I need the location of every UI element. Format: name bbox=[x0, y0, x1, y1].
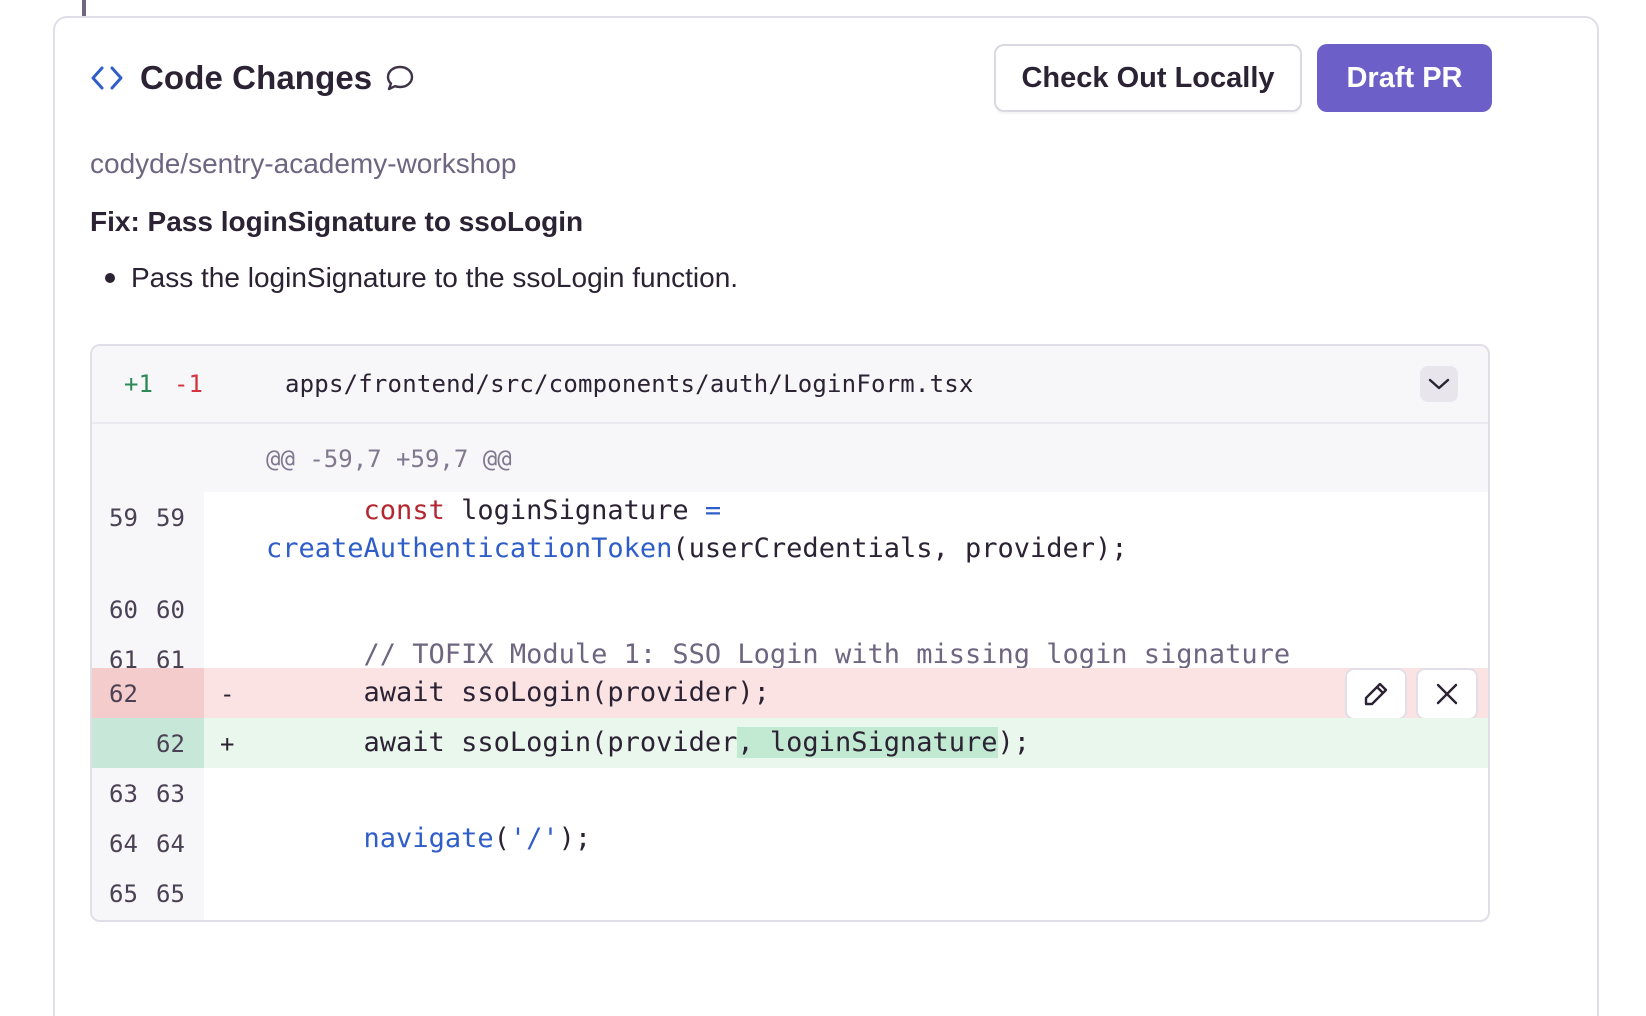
code-text: await ssoLogin(provider, loginSignature)… bbox=[266, 724, 1030, 762]
new-line-number: 60 bbox=[156, 596, 185, 624]
edit-suggestion-button[interactable] bbox=[1345, 668, 1407, 720]
close-icon bbox=[1436, 683, 1458, 705]
fix-title: Fix: Pass loginSignature to ssoLogin bbox=[90, 206, 584, 237]
old-line-number: 65 bbox=[109, 880, 138, 908]
old-line-number: 59 bbox=[109, 504, 138, 532]
hunk-header: @@ -59,7 +59,7 @@ bbox=[92, 424, 1488, 492]
pencil-icon bbox=[1364, 682, 1388, 706]
code-token: ); bbox=[558, 823, 592, 854]
new-line-number: 63 bbox=[156, 780, 185, 808]
new-line-number: 64 bbox=[156, 830, 185, 858]
code-token: createAuthenticationToken bbox=[266, 533, 673, 564]
new-line-number: 62 bbox=[156, 730, 185, 758]
panel-header: Code Changes Check Out Locally Draft PR bbox=[90, 44, 1562, 112]
added-count: +1 bbox=[124, 370, 153, 398]
code-token: = bbox=[704, 495, 722, 526]
draft-pr-button[interactable]: Draft PR bbox=[1317, 44, 1492, 112]
old-line-number: 60 bbox=[109, 596, 138, 624]
top-rule bbox=[82, 0, 86, 16]
new-line-number: 59 bbox=[156, 504, 185, 532]
check-out-locally-button[interactable]: Check Out Locally bbox=[994, 44, 1302, 112]
diff-line: 59 59 const loginSignature = createAuthe… bbox=[92, 492, 1488, 584]
comment-icon[interactable] bbox=[386, 64, 414, 92]
collapse-button[interactable] bbox=[1420, 366, 1458, 402]
code-text-wrapped: createAuthenticationToken(userCredential… bbox=[266, 530, 1128, 568]
code-token: ( bbox=[493, 823, 510, 854]
diff-viewer: +1 -1 apps/frontend/src/components/auth/… bbox=[90, 344, 1490, 922]
code-brackets-icon bbox=[90, 64, 124, 92]
list-item: Pass the loginSignature to the ssoLogin … bbox=[105, 262, 738, 294]
added-gutter bbox=[92, 718, 204, 768]
chevron-down-icon bbox=[1428, 378, 1450, 390]
file-path: apps/frontend/src/components/auth/LoginF… bbox=[285, 370, 974, 398]
diff-line: 64 64 navigate('/'); bbox=[92, 818, 1488, 868]
diff-line: 65 65 bbox=[92, 868, 1488, 918]
code-token: const bbox=[363, 495, 445, 526]
old-line-number: 64 bbox=[109, 830, 138, 858]
dismiss-suggestion-button[interactable] bbox=[1416, 668, 1478, 720]
diff-sign-minus: - bbox=[220, 680, 235, 708]
hunk-text: @@ -59,7 +59,7 @@ bbox=[266, 445, 512, 473]
diff-line: 60 60 bbox=[92, 584, 1488, 634]
bullet-dot bbox=[105, 273, 115, 283]
title-wrap: Code Changes bbox=[90, 44, 414, 112]
code-highlight: , loginSignature bbox=[737, 727, 998, 758]
diff-line-added: 62 + await ssoLogin(provider, loginSigna… bbox=[92, 718, 1488, 768]
code-token: (userCredentials, provider); bbox=[672, 533, 1128, 564]
diff-file-header[interactable]: +1 -1 apps/frontend/src/components/auth/… bbox=[92, 346, 1488, 424]
panel-title: Code Changes bbox=[140, 59, 373, 96]
code-token: '/' bbox=[509, 823, 559, 854]
code-text: const loginSignature = bbox=[266, 492, 722, 530]
diff-sign-plus: + bbox=[220, 730, 235, 758]
code-token: await ssoLogin(provider bbox=[266, 727, 738, 758]
removed-count: -1 bbox=[174, 370, 203, 398]
code-token: loginSignature bbox=[444, 495, 705, 526]
change-summary-list: Pass the loginSignature to the ssoLogin … bbox=[105, 262, 738, 294]
code-changes-panel: Code Changes Check Out Locally Draft PR … bbox=[53, 16, 1599, 1016]
diff-line-removed: 62 - await ssoLogin(provider); bbox=[92, 668, 1488, 720]
new-line-number: 65 bbox=[156, 880, 185, 908]
code-text: await ssoLogin(provider); bbox=[266, 677, 770, 708]
code-text: navigate('/'); bbox=[266, 820, 592, 858]
repo-name: codyde/sentry-academy-workshop bbox=[90, 148, 517, 179]
code-token: navigate bbox=[363, 823, 494, 854]
diff-line: 63 63 bbox=[92, 768, 1488, 818]
old-line-number: 62 bbox=[109, 680, 138, 708]
old-line-number: 63 bbox=[109, 780, 138, 808]
code-token: ); bbox=[997, 727, 1031, 758]
list-item-text: Pass the loginSignature to the ssoLogin … bbox=[131, 262, 739, 293]
